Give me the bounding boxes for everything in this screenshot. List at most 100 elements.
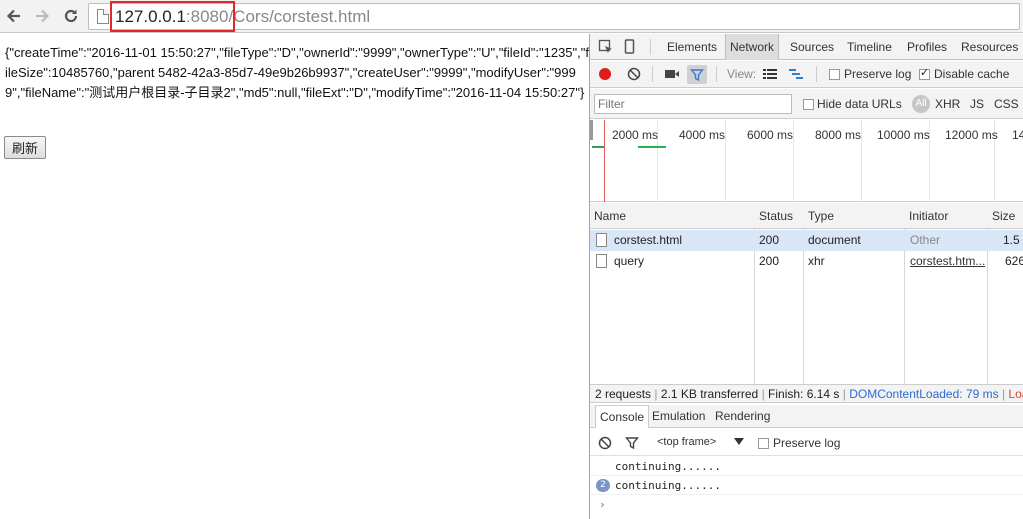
divider [716, 66, 717, 82]
clear-console-icon[interactable] [598, 436, 612, 450]
tick-gridline [793, 120, 794, 202]
browser-toolbar: 127.0.0.1:8080/Cors/corstest.html [0, 0, 1023, 33]
drawer-tab-rendering[interactable]: Rendering [711, 405, 774, 428]
drawer-tabbar: Console Emulation Rendering [590, 405, 1023, 428]
column-header-type[interactable]: Type [804, 203, 834, 229]
tab-sources[interactable]: Sources [790, 34, 834, 60]
tick-label: 6000 ms [747, 128, 794, 142]
tab-network[interactable]: Network [725, 34, 780, 60]
reload-icon [64, 9, 78, 23]
request-type: document [808, 233, 861, 247]
tick-label: 8000 ms [815, 128, 862, 142]
forward-button[interactable] [31, 5, 53, 27]
filter-input[interactable] [594, 94, 792, 114]
console-preserve-log-label: Preserve log [773, 436, 841, 450]
overview-waterfall-icon[interactable] [788, 68, 804, 80]
table-row[interactable]: corstest.html 200 document Other 1.5 [590, 230, 1023, 251]
network-overview-timeline[interactable]: 2000 ms 4000 ms 6000 ms 8000 ms 10000 ms… [590, 120, 1023, 202]
divider [816, 66, 817, 82]
context-selector[interactable]: <top frame> [657, 436, 716, 448]
divider [650, 39, 651, 55]
url-path: Cors/corstest.html [233, 7, 371, 26]
console-filter-icon[interactable] [625, 436, 639, 450]
refresh-button[interactable]: 刷新 [4, 136, 46, 159]
drawer-tab-emulation[interactable]: Emulation [648, 405, 709, 428]
network-toolbar: View: Preserve log Disable cache [590, 61, 1023, 88]
forward-arrow-icon [36, 9, 50, 23]
request-name[interactable]: corstest.html [614, 230, 752, 251]
tick-label: 2000 ms [612, 128, 659, 142]
clear-icon[interactable] [627, 67, 641, 81]
back-button[interactable] [3, 5, 25, 27]
tick-label: 12000 ms [945, 128, 998, 142]
column-header-size[interactable]: Size [988, 203, 1015, 229]
drawer-tab-console[interactable]: Console [595, 405, 650, 428]
capture-screenshots-icon[interactable] [664, 68, 680, 80]
summary-requests: 2 requests [595, 387, 652, 401]
console-message-text: continuing...... [615, 479, 721, 492]
tab-resources[interactable]: Resources [961, 34, 1018, 60]
column-header-status[interactable]: Status [755, 203, 793, 229]
devtools-tabbar: Elements Network Sources Timeline Profil… [590, 34, 1023, 60]
timeline-handle[interactable] [590, 120, 593, 140]
console-toolbar: <top frame> Preserve log [590, 429, 1023, 456]
document-file-icon [596, 233, 607, 247]
filter-bar: Hide data URLs All XHR JS CSS [590, 89, 1023, 119]
hide-data-urls-label: Hide data URLs [817, 97, 902, 111]
filter-type-all[interactable]: All [912, 95, 930, 113]
devtools-panel: Elements Network Sources Timeline Profil… [589, 34, 1023, 519]
request-initiator: Other [910, 233, 941, 247]
tick-gridline [861, 120, 862, 202]
table-row[interactable]: query 200 xhr corstest.htm... 626 [590, 251, 1023, 272]
page-content: {"createTime":"2016-11-01 15:50:27","fil… [0, 34, 589, 519]
console-preserve-log-checkbox[interactable] [758, 438, 769, 449]
column-header-initiator[interactable]: Initiator [905, 203, 948, 229]
disable-cache-label: Disable cache [934, 67, 1010, 81]
dropdown-arrow-icon[interactable] [734, 438, 744, 446]
repeat-count-badge: 2 [596, 479, 610, 492]
console-message: continuing...... [590, 457, 1023, 476]
request-bar [592, 146, 604, 148]
request-status: 200 [759, 254, 780, 268]
requests-table: Name Status Type Initiator Size corstest… [590, 203, 1023, 385]
device-mode-icon[interactable] [624, 39, 636, 55]
filter-type-js[interactable]: JS [970, 97, 984, 111]
request-initiator-link[interactable]: corstest.htm... [910, 251, 985, 272]
address-bar[interactable]: 127.0.0.1:8080/Cors/corstest.html [88, 1, 1020, 32]
filter-funnel-icon[interactable] [687, 65, 707, 84]
preserve-log-checkbox[interactable] [829, 69, 840, 80]
filter-type-xhr[interactable]: XHR [935, 97, 960, 111]
request-type: xhr [808, 254, 825, 268]
inspect-element-icon[interactable] [598, 39, 614, 55]
table-header: Name Status Type Initiator Size [590, 203, 1023, 229]
hide-data-urls-checkbox[interactable] [803, 99, 814, 110]
request-name[interactable]: query [614, 251, 752, 272]
request-size: 626 [1005, 254, 1023, 268]
filter-type-css[interactable]: CSS [994, 97, 1019, 111]
request-status: 200 [759, 233, 780, 247]
tick-gridline [725, 120, 726, 202]
preserve-log-label: Preserve log [844, 67, 912, 81]
tab-elements[interactable]: Elements [667, 34, 717, 60]
tab-profiles[interactable]: Profiles [907, 34, 947, 60]
request-bar [638, 146, 666, 148]
reload-button[interactable] [60, 5, 82, 27]
console-message-repeated: 2 continuing...... [590, 476, 1023, 495]
tab-timeline[interactable]: Timeline [847, 34, 892, 60]
tick-label: 4000 ms [679, 128, 726, 142]
request-size: 1.5 [1003, 233, 1020, 247]
url-highlight-box [110, 1, 235, 32]
disable-cache-checkbox[interactable] [919, 66, 930, 80]
summary-domcontentloaded: DOMContentLoaded: 79 ms [849, 387, 999, 401]
console-prompt[interactable]: › [590, 495, 1023, 514]
divider [652, 66, 653, 82]
summary-finish: Finish: 6.14 s [768, 387, 840, 401]
record-icon[interactable] [598, 67, 612, 81]
load-event-marker [604, 120, 605, 202]
view-label: View: [727, 67, 757, 81]
large-rows-icon[interactable] [762, 68, 778, 80]
summary-load: Loa [1008, 387, 1023, 401]
column-header-name[interactable]: Name [590, 203, 626, 229]
tick-label: 14 [1012, 128, 1023, 142]
page-icon [97, 9, 109, 24]
